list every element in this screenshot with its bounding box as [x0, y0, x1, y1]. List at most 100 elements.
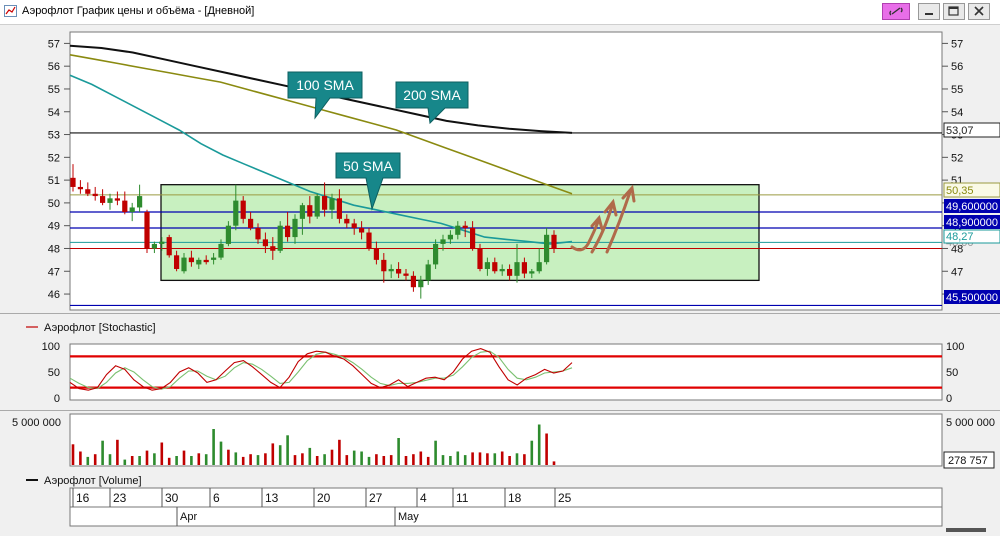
candle-body — [233, 200, 239, 226]
volume-bar — [293, 455, 297, 465]
link-button[interactable] — [882, 3, 910, 20]
volume-bar — [463, 455, 467, 465]
volume-bar — [249, 454, 252, 465]
candle-body — [285, 225, 291, 238]
volume-bar — [382, 456, 386, 465]
stochastic-tick-label-right: 50 — [946, 367, 958, 379]
stochastic-plot-area[interactable] — [69, 343, 943, 401]
label-45-5: 45,500000 — [946, 292, 998, 304]
candle-body — [307, 205, 313, 217]
volume-last-value: 278 757 — [948, 455, 988, 467]
date-label: 27 — [369, 491, 383, 505]
price-panel: 4646474748484949505051515252535354545555… — [48, 31, 1000, 311]
volume-bar — [264, 453, 267, 465]
volume-bar — [286, 435, 289, 465]
date-label: 4 — [420, 491, 427, 505]
price-tick-label-left: 47 — [48, 266, 60, 278]
volume-bar — [360, 451, 363, 465]
candle-body — [447, 234, 453, 240]
volume-plot-area[interactable] — [69, 413, 943, 467]
candle-body — [299, 205, 305, 219]
candle-body — [277, 225, 283, 251]
volume-bar — [530, 440, 534, 465]
candle-body — [366, 232, 372, 249]
date-label: 23 — [113, 491, 127, 505]
candle-body — [166, 237, 172, 256]
candle-body — [359, 227, 365, 233]
volume-bar — [175, 456, 178, 465]
price-tick-label-left: 46 — [48, 289, 60, 301]
volume-bar — [352, 450, 356, 465]
close-icon — [974, 6, 984, 16]
candle-body — [122, 200, 128, 213]
price-tick-label-right: 55 — [951, 84, 963, 96]
volume-bar — [182, 450, 186, 465]
stochastic-tick-label-left: 50 — [48, 367, 60, 379]
volume-bar — [404, 456, 408, 465]
candle-body — [470, 227, 476, 249]
candle-body — [203, 259, 209, 263]
volume-bar — [500, 451, 504, 465]
candle-body — [425, 264, 431, 281]
resize-grip[interactable] — [946, 528, 986, 532]
candle-body — [477, 248, 483, 269]
volume-bar — [116, 439, 119, 465]
volume-bar — [537, 424, 541, 465]
volume-bar — [160, 442, 164, 465]
volume-bar — [456, 451, 460, 465]
volume-bar — [138, 456, 141, 465]
volume-legend: Аэрофлот [Volume] — [44, 475, 142, 487]
maximize-icon — [948, 6, 959, 16]
window-title: Аэрофлот График цены и объёма - [Дневной… — [22, 5, 255, 17]
volume-tick-right: 5 000 000 — [946, 417, 995, 429]
candle-body — [499, 268, 505, 272]
candle-body — [529, 271, 535, 274]
volume-bar — [278, 445, 282, 465]
volume-bar — [545, 433, 548, 465]
candle-body — [544, 234, 550, 263]
candle-body — [536, 262, 542, 272]
volume-bar — [397, 438, 400, 465]
price-tick-label-right: 54 — [951, 107, 963, 119]
minimize-button[interactable] — [918, 3, 940, 20]
close-button[interactable] — [968, 3, 990, 20]
candle-body — [151, 243, 157, 249]
volume-bar — [241, 456, 245, 465]
candle-body — [381, 259, 387, 272]
volume-panel: 5 000 000 5 000 000 278 757 Аэрофлот [Vo… — [0, 410, 1000, 487]
price-tick-label-left: 53 — [48, 130, 60, 142]
candle-body — [181, 257, 187, 272]
volume-bar — [426, 456, 430, 465]
volume-bar — [389, 455, 393, 465]
volume-bar — [338, 439, 341, 465]
volume-bar — [508, 456, 511, 465]
candle-body — [270, 246, 276, 251]
volume-bar — [108, 454, 112, 465]
date-axis: 16 23 30 6 13 20 27 4 11 18 25 Apr May — [69, 487, 986, 532]
callout-200-sma-label: 200 SMA — [403, 87, 461, 103]
volume-bar — [227, 449, 230, 465]
stochastic-tick-label-left: 100 — [42, 341, 60, 353]
candle-body — [129, 207, 135, 213]
candle-body — [314, 196, 320, 217]
volume-bar — [71, 444, 75, 465]
volume-bar — [434, 440, 437, 465]
maximize-button[interactable] — [943, 3, 965, 20]
callout-100-sma-label: 100 SMA — [296, 77, 354, 93]
volume-bar — [93, 454, 97, 465]
candle-body — [455, 225, 461, 235]
volume-bar — [301, 453, 304, 465]
callout-50-sma-label: 50 SMA — [343, 158, 393, 174]
date-label: 25 — [558, 491, 572, 505]
stochastic-tick-label-left: 0 — [54, 393, 60, 405]
label-48-9: 48,900000 — [946, 217, 998, 229]
candle-body — [484, 262, 490, 269]
volume-bar — [153, 453, 156, 465]
label-50-35: 50,35 — [946, 185, 974, 197]
candle-body — [255, 227, 261, 240]
volume-bar — [234, 452, 238, 465]
volume-bar — [86, 456, 90, 465]
candle-body — [462, 225, 468, 228]
candle-body — [211, 257, 217, 260]
volume-bar — [167, 457, 171, 465]
